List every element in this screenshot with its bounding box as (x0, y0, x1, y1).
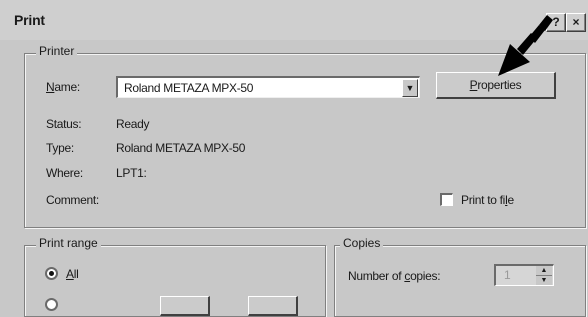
spin-up-button[interactable]: ▲ (536, 266, 552, 276)
where-label: Where: (46, 166, 83, 180)
where-value: LPT1: (116, 166, 147, 180)
chevron-down-icon: ▼ (540, 277, 548, 284)
status-label: Status: (46, 117, 82, 131)
print-to-file-checkbox[interactable] (440, 193, 453, 206)
printer-name-value: Roland METAZA MPX-50 (124, 81, 254, 95)
copies-value: 1 (504, 268, 511, 282)
close-button[interactable]: × (566, 13, 586, 32)
print-to-file-label[interactable]: Print to file (461, 193, 514, 207)
spin-down-button[interactable]: ▼ (536, 276, 552, 285)
name-label: Name: (46, 80, 80, 94)
all-radio[interactable] (45, 267, 58, 280)
pages-radio[interactable] (45, 298, 58, 311)
from-field[interactable] (160, 296, 210, 316)
to-field[interactable] (248, 296, 298, 316)
radio-selected-dot (49, 271, 54, 276)
comment-label: Comment: (46, 193, 99, 207)
print-range-legend: Print range (36, 236, 101, 250)
dropdown-button[interactable]: ▼ (402, 79, 418, 97)
number-of-copies-label: Number of copies: (348, 269, 441, 283)
type-value: Roland METAZA MPX-50 (116, 141, 246, 155)
annotation-arrow-icon (498, 15, 553, 76)
copies-legend: Copies (340, 236, 384, 250)
chevron-down-icon: ▼ (405, 83, 415, 93)
status-value: Ready (116, 117, 150, 131)
printer-name-select[interactable]: Roland METAZA MPX-50 ▼ (116, 76, 420, 98)
printer-group-legend: Printer (36, 44, 78, 58)
dialog-title: Print (14, 12, 45, 28)
all-label[interactable]: All (66, 267, 79, 281)
copies-spinner[interactable]: 1 ▲ ▼ (494, 264, 554, 286)
close-icon: × (572, 15, 580, 29)
type-label: Type: (46, 141, 74, 155)
chevron-up-icon: ▲ (540, 267, 548, 274)
